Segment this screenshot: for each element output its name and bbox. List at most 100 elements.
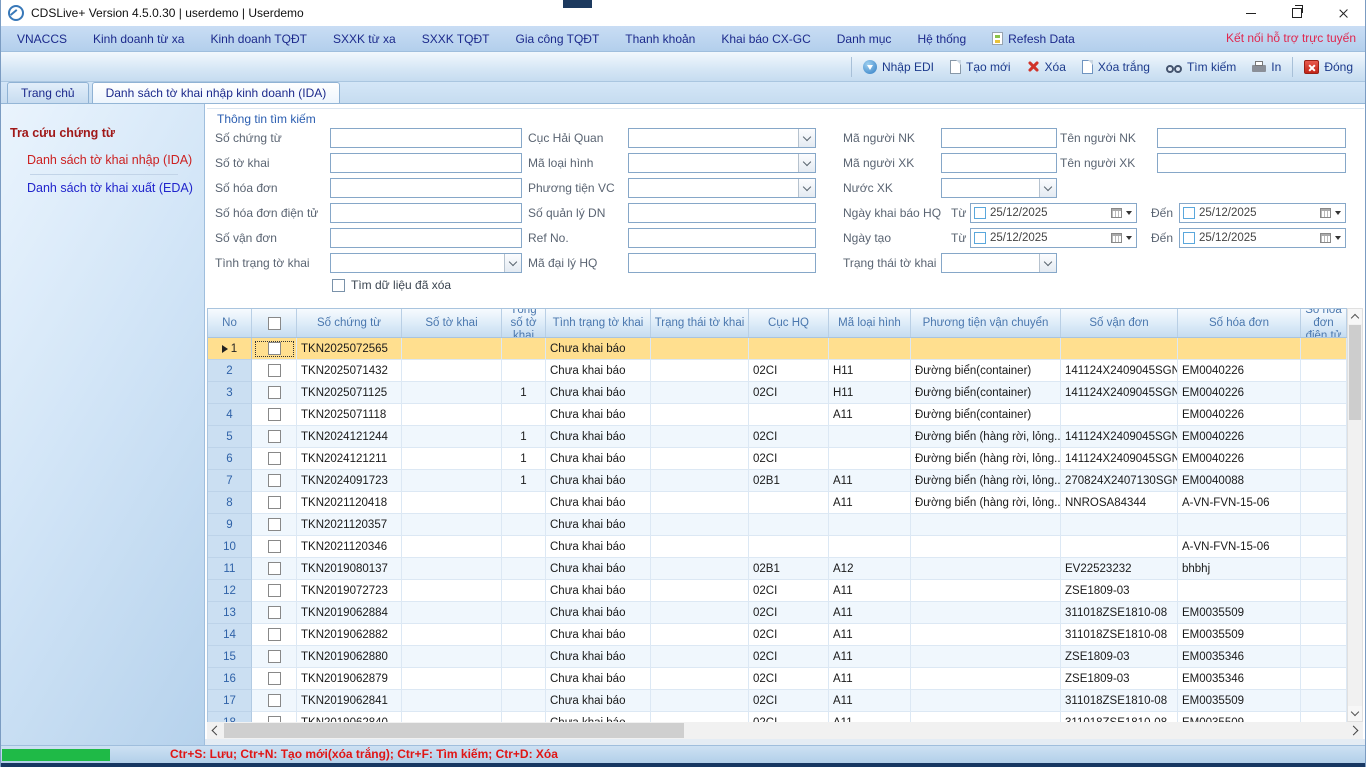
toolbar-button-5[interactable]: In [1244,55,1289,79]
table-row[interactable]: 2TKN2025071432Chưa khai báo02CIH11Đường … [208,360,1347,382]
scroll-down-icon[interactable] [1348,706,1362,721]
chevron-down-icon[interactable] [798,154,815,172]
menu-item-2[interactable]: Kinh doanh TQĐT [197,26,320,51]
search-select-nuoc-xk[interactable] [941,178,1057,198]
row-checkbox[interactable] [268,672,281,685]
search-input-ten-nguoi-xk[interactable] [1157,153,1346,173]
table-row[interactable]: 11TKN2019080137Chưa khai báo02B1A12EV225… [208,558,1347,580]
row-checkbox[interactable] [268,628,281,641]
online-support-link[interactable]: Kết nối hỗ trợ trực tuyến [1226,26,1356,51]
search-input-ref-no[interactable] [628,228,816,248]
toolbar-button-4[interactable]: Tìm kiếm [1158,55,1244,79]
calendar-icon[interactable] [1111,208,1122,218]
sidebar-item-danh-sach-to-khai-xuat[interactable]: Danh sách tờ khai xuất (EDA) [27,181,193,195]
search-input-so-to-khai[interactable] [330,153,522,173]
column-header-phuong_tien[interactable]: Phương tiện vận chuyển [911,309,1061,337]
menu-item-0[interactable]: VNACCS [4,26,80,51]
date-tao-tu[interactable]: 25/12/2025 [970,228,1137,248]
dropdown-arrow-icon[interactable] [1335,211,1341,215]
column-header-so_chung_tu[interactable]: Số chứng từ [297,309,402,337]
search-select-tinh-trang-to-khai[interactable] [330,253,522,273]
table-row[interactable]: 16TKN2019062879Chưa khai báo02CIA11ZSE18… [208,668,1347,690]
menu-item-6[interactable]: Thanh khoản [612,26,708,51]
select-all-checkbox[interactable] [268,317,281,330]
column-header-so_hoa_don[interactable]: Số hóa đơn [1178,309,1301,337]
scroll-right-icon[interactable] [1347,722,1363,739]
scroll-left-icon[interactable] [207,722,223,739]
table-row[interactable]: 14TKN2019062882Chưa khai báo02CIA1131101… [208,624,1347,646]
row-checkbox[interactable] [268,650,281,663]
column-header-check[interactable] [252,309,297,337]
search-select-ma-loai-hinh[interactable] [628,153,816,173]
toolbar-button-0[interactable]: Nhập EDI [855,55,942,79]
table-row[interactable]: 8TKN2021120418Chưa khai báoA11Đường biển… [208,492,1347,514]
table-row[interactable]: 6TKN20241212111Chưa khai báo02CIĐường bi… [208,448,1347,470]
dropdown-arrow-icon[interactable] [1126,211,1132,215]
date-checkbox[interactable] [974,232,986,244]
search-select-trang-thai-to-khai[interactable] [941,253,1057,273]
calendar-icon[interactable] [1111,233,1122,243]
chevron-down-icon[interactable] [798,179,815,197]
date-tao-den[interactable]: 25/12/2025 [1179,228,1346,248]
search-input-ma-nguoi-xk[interactable] [941,153,1057,173]
close-button[interactable] [1320,0,1366,26]
column-header-tinh_trang[interactable]: Tình trạng tờ khai [546,309,651,337]
date-khai-bao-tu[interactable]: 25/12/2025 [970,203,1137,223]
row-checkbox[interactable] [268,364,281,377]
date-khai-bao-den[interactable]: 25/12/2025 [1179,203,1346,223]
toolbar-button-6[interactable]: Đóng [1296,55,1361,79]
column-header-trang_thai[interactable]: Trạng thái tờ khai [651,309,749,337]
menu-item-10[interactable]: Refesh Data [979,26,1088,51]
calendar-icon[interactable] [1320,233,1331,243]
dropdown-arrow-icon[interactable] [1126,236,1132,240]
row-checkbox[interactable] [268,342,281,355]
table-row[interactable]: 17TKN2019062841Chưa khai báo02CIA1131101… [208,690,1347,712]
search-input-so-van-don[interactable] [330,228,522,248]
tab-0[interactable]: Trang chủ [7,82,89,103]
search-input-so-quan-ly-dn[interactable] [628,203,816,223]
row-checkbox[interactable] [268,430,281,443]
column-header-tong_so_to_khai[interactable]: Tổng số tờ khai [502,309,546,337]
search-input-so-chung-tu[interactable] [330,128,522,148]
table-row[interactable]: 18TKN2019062840Chưa khai báo02CIA1131101… [208,712,1347,722]
column-header-cuc_hq[interactable]: Cục HQ [749,309,829,337]
row-checkbox[interactable] [268,540,281,553]
column-header-so_to_khai[interactable]: Số tờ khai [402,309,502,337]
chevron-down-icon[interactable] [504,254,521,272]
dropdown-arrow-icon[interactable] [1335,236,1341,240]
toolbar-button-3[interactable]: Xóa trắng [1074,55,1158,79]
search-input-so-hoa-don-dien-tu[interactable] [330,203,522,223]
menu-item-1[interactable]: Kinh doanh từ xa [80,26,197,51]
search-input-ma-dai-ly-hq[interactable] [628,253,816,273]
column-header-ma_loai_hinh[interactable]: Mã loại hình [829,309,911,337]
date-checkbox[interactable] [1183,207,1195,219]
chevron-down-icon[interactable] [1039,254,1056,272]
date-checkbox[interactable] [974,207,986,219]
toolbar-button-1[interactable]: Tạo mới [942,55,1019,79]
horizontal-scroll-thumb[interactable] [224,723,684,738]
table-row[interactable]: 3TKN20250711251Chưa khai báo02CIH11Đường… [208,382,1347,404]
scroll-up-icon[interactable] [1348,309,1362,324]
tab-1[interactable]: Danh sách tờ khai nhập kinh doanh (IDA) [92,82,341,103]
vertical-scroll-thumb[interactable] [1349,325,1361,420]
search-input-ma-nguoi-nk[interactable] [941,128,1057,148]
vertical-scrollbar[interactable] [1347,308,1363,722]
row-checkbox[interactable] [268,496,281,509]
table-row[interactable]: 15TKN2019062880Chưa khai báo02CIA11ZSE18… [208,646,1347,668]
column-header-so_van_don[interactable]: Số vận đơn [1061,309,1178,337]
restore-button[interactable] [1274,0,1320,26]
deleted-data-checkbox[interactable] [332,279,345,292]
search-select-cuc-hai-quan[interactable] [628,128,816,148]
toolbar-button-2[interactable]: Xóa [1019,55,1074,79]
row-checkbox[interactable] [268,562,281,575]
table-row[interactable]: 1TKN2025072565Chưa khai báo [208,338,1347,360]
menu-item-7[interactable]: Khai báo CX-GC [708,26,823,51]
search-input-ten-nguoi-nk[interactable] [1157,128,1346,148]
menu-item-3[interactable]: SXXK từ xa [320,26,409,51]
menu-item-4[interactable]: SXXK TQĐT [409,26,503,51]
row-checkbox[interactable] [268,452,281,465]
table-row[interactable]: 4TKN2025071118Chưa khai báoA11Đường biển… [208,404,1347,426]
menu-item-5[interactable]: Gia công TQĐT [502,26,612,51]
table-row[interactable]: 9TKN2021120357Chưa khai báo [208,514,1347,536]
menu-item-8[interactable]: Danh mục [824,26,905,51]
